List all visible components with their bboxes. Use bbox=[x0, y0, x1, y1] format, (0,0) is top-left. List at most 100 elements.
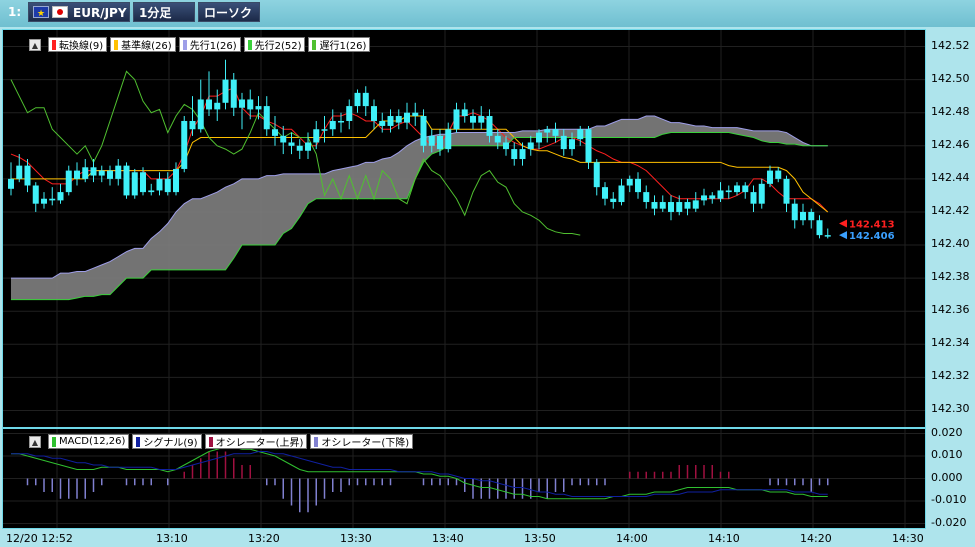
chart-toolbar: 1: EUR/JPY 1分足 ローソク bbox=[0, 0, 975, 27]
candle-body bbox=[560, 135, 567, 150]
legend-label: 先行2(52) bbox=[254, 41, 302, 52]
macd-legend-item[interactable]: オシレーター(下降) bbox=[310, 434, 414, 449]
candle bbox=[8, 162, 14, 196]
candle-body bbox=[717, 190, 724, 199]
candlestick-chart: 142.413142.406 bbox=[3, 30, 925, 427]
candle bbox=[783, 175, 790, 212]
time-axis-label: 14:10 bbox=[708, 532, 740, 545]
candle-body bbox=[189, 120, 196, 130]
candle-body bbox=[643, 192, 650, 203]
legend-swatch bbox=[52, 436, 56, 447]
candle bbox=[222, 59, 229, 110]
candle bbox=[775, 167, 782, 183]
candle bbox=[164, 172, 171, 196]
legend-label: シグナル(9) bbox=[143, 438, 198, 449]
candle-body bbox=[486, 116, 493, 136]
candle bbox=[635, 172, 641, 199]
currency-pair-label: EUR/JPY bbox=[73, 6, 127, 20]
candle bbox=[313, 120, 320, 150]
candle-body bbox=[750, 192, 757, 204]
candle bbox=[123, 162, 130, 199]
legend-swatch bbox=[136, 436, 141, 447]
time-axis-label: 12/20 12:52 bbox=[6, 532, 73, 545]
candle-body bbox=[692, 200, 699, 209]
window-index: 1: bbox=[8, 5, 22, 19]
timeframe-selector[interactable]: 1分足 bbox=[133, 2, 195, 22]
price-tag-arrow bbox=[839, 219, 847, 228]
candle-body bbox=[783, 178, 790, 204]
currency-pair-selector[interactable]: EUR/JPY bbox=[28, 2, 130, 24]
candle bbox=[461, 102, 468, 123]
main-legend-item[interactable]: 遅行1(26) bbox=[308, 37, 371, 52]
candle bbox=[49, 187, 56, 206]
candle bbox=[98, 165, 105, 183]
price-axis-label: 142.46 bbox=[931, 137, 970, 151]
candle-body bbox=[164, 178, 171, 193]
candle-body bbox=[437, 135, 443, 150]
candle-body bbox=[503, 142, 509, 150]
macd-series-line-2 bbox=[11, 451, 828, 497]
candle-body bbox=[758, 183, 765, 204]
candle-body bbox=[824, 235, 831, 237]
candle-body bbox=[140, 172, 146, 193]
candle-body bbox=[536, 132, 542, 143]
chart-type-selector[interactable]: ローソク bbox=[198, 2, 260, 22]
macd-axis-label: -0.020 bbox=[931, 515, 967, 529]
macd-legend-item[interactable]: MACD(12,26) bbox=[48, 434, 130, 449]
price-axis-label: 142.36 bbox=[931, 303, 970, 317]
candle-body bbox=[453, 109, 460, 130]
candle bbox=[131, 168, 138, 199]
candle bbox=[767, 165, 773, 188]
candle bbox=[610, 192, 617, 209]
candle-body bbox=[668, 202, 674, 212]
collapse-macd-legend-button[interactable]: ▲ bbox=[29, 436, 41, 448]
candle-body bbox=[791, 203, 798, 221]
candle-body bbox=[767, 170, 773, 184]
macd-legend-item[interactable]: オシレーター(上昇) bbox=[204, 434, 308, 449]
candle-body bbox=[74, 170, 80, 179]
candle-body bbox=[206, 99, 212, 110]
candle bbox=[593, 159, 600, 196]
candle-body bbox=[775, 170, 782, 179]
candle-body bbox=[428, 135, 435, 146]
time-axis-label: 13:30 bbox=[340, 532, 372, 545]
candle-body bbox=[313, 129, 320, 143]
candle bbox=[758, 178, 765, 209]
main-legend-item[interactable]: 転換線(9) bbox=[48, 37, 108, 52]
macd-axis-label: 0.020 bbox=[931, 425, 963, 439]
collapse-legend-button[interactable]: ▲ bbox=[29, 39, 41, 51]
macd-legend-item[interactable]: シグナル(9) bbox=[132, 434, 202, 449]
time-axis-label: 14:00 bbox=[616, 532, 648, 545]
legend-swatch bbox=[182, 39, 187, 50]
main-legend-item[interactable]: 先行2(52) bbox=[243, 37, 306, 52]
candle-body bbox=[16, 165, 23, 179]
candle bbox=[791, 198, 798, 229]
time-axis-label: 13:10 bbox=[156, 532, 188, 545]
main-legend-item[interactable]: 基準線(26) bbox=[110, 37, 176, 52]
candle-body bbox=[445, 129, 452, 150]
main-chart-frame[interactable]: 142.413 142.406 ▲ 転換線(9) 基準線(26) 先行1(26) 先行2… bbox=[2, 29, 926, 428]
candle-body bbox=[478, 116, 485, 123]
candle bbox=[371, 99, 377, 130]
candle-body bbox=[305, 142, 311, 151]
candle bbox=[668, 195, 674, 221]
candle bbox=[445, 122, 452, 153]
macd-chart-frame[interactable]: ▲ MACD(12,26) シグナル(9) オシレーター(上昇) オシレーター(下降) bbox=[2, 428, 926, 529]
candle-body bbox=[800, 211, 806, 221]
candle-body bbox=[362, 92, 369, 107]
candle bbox=[296, 139, 303, 160]
candle-body bbox=[230, 79, 237, 108]
candle bbox=[82, 159, 89, 183]
candle bbox=[263, 96, 270, 136]
candle bbox=[684, 198, 691, 216]
candle bbox=[692, 192, 699, 212]
main-legend: ▲ 転換線(9) 基準線(26) 先行1(26) 先行2(52) 遅行1(26) bbox=[29, 37, 371, 52]
main-legend-item[interactable]: 先行1(26) bbox=[178, 37, 241, 52]
candle-body bbox=[511, 149, 518, 160]
candle bbox=[527, 135, 534, 156]
candle-body bbox=[412, 112, 419, 117]
price-axis-label: 142.30 bbox=[931, 402, 970, 416]
macd-series-line-1 bbox=[11, 446, 828, 500]
price-axis-label: 142.40 bbox=[931, 237, 970, 251]
legend-label: 先行1(26) bbox=[189, 41, 237, 52]
